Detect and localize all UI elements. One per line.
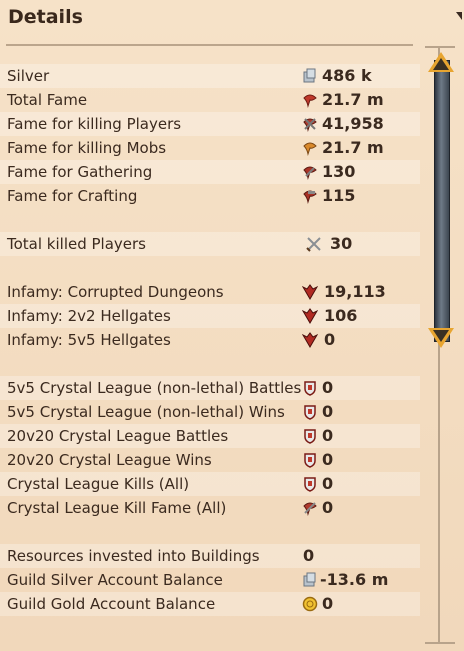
stat-label: Fame for killing Mobs bbox=[7, 139, 167, 157]
stat-row-pve-fame: Fame for killing Mobs 21.7 m bbox=[0, 136, 420, 160]
stat-label: Total Fame bbox=[7, 91, 88, 109]
crystal-shield-icon bbox=[304, 453, 316, 468]
crystal-shield-icon bbox=[304, 429, 316, 444]
infamy-icon bbox=[302, 284, 318, 300]
scroll-up-arrow-inner bbox=[433, 58, 449, 70]
stat-row-killed-players: Total killed Players 30 bbox=[0, 232, 420, 256]
scrollbar-bottom-cap bbox=[425, 642, 455, 644]
stat-row-total-fame: Total Fame 21.7 m bbox=[0, 88, 420, 112]
stat-label: Infamy: 2v2 Hellgates bbox=[7, 307, 171, 325]
stat-value: 0 bbox=[322, 498, 334, 517]
stat-label: Fame for Crafting bbox=[7, 187, 138, 205]
pvp-fame-icon bbox=[303, 118, 317, 132]
swords-icon bbox=[306, 237, 321, 252]
stat-label: Silver bbox=[7, 67, 50, 85]
stat-row-silver: Silver 486 k bbox=[0, 64, 420, 88]
crafting-fame-icon bbox=[303, 190, 317, 204]
crystal-shield-icon bbox=[304, 477, 316, 492]
fame-icon bbox=[303, 94, 317, 108]
stat-row-infamy-corrupted: Infamy: Corrupted Dungeons 19,113 bbox=[0, 280, 420, 304]
silver-icon bbox=[303, 68, 316, 83]
stat-label: Crystal League Kill Fame (All) bbox=[7, 499, 227, 517]
stat-row-cl20-battles: 20v20 Crystal League Battles 0 bbox=[0, 424, 420, 448]
stat-row-cl-kill-fame: Crystal League Kill Fame (All) 0 bbox=[0, 496, 420, 520]
stat-value: 115 bbox=[322, 186, 356, 205]
stat-value: 21.7 m bbox=[322, 138, 384, 157]
stat-row-crafting-fame: Fame for Crafting 115 bbox=[0, 184, 420, 208]
scrollbar-thumb[interactable] bbox=[434, 60, 450, 342]
title-divider bbox=[6, 44, 413, 46]
silver-icon bbox=[303, 572, 316, 587]
stat-row-guild-silver: Guild Silver Account Balance -13.6 m bbox=[0, 568, 420, 592]
stat-value: 106 bbox=[324, 306, 358, 325]
stat-label: Fame for killing Players bbox=[7, 115, 182, 133]
details-panel: Details Silver 486 k Total Fame 21.7 m F… bbox=[0, 0, 464, 651]
stat-label: Infamy: Corrupted Dungeons bbox=[7, 283, 224, 301]
stat-row-infamy-5v5: Infamy: 5v5 Hellgates 0 bbox=[0, 328, 420, 352]
stat-label: Guild Silver Account Balance bbox=[7, 571, 223, 589]
infamy-icon bbox=[302, 332, 318, 348]
stat-value: 0 bbox=[322, 594, 334, 613]
stat-value: 30 bbox=[330, 234, 353, 253]
stat-row-cl5-wins: 5v5 Crystal League (non-lethal) Wins 0 bbox=[0, 400, 420, 424]
stat-row-gathering-fame: Fame for Gathering 130 bbox=[0, 160, 420, 184]
stat-row-cl-kills: Crystal League Kills (All) 0 bbox=[0, 472, 420, 496]
stat-row-pvp-fame: Fame for killing Players 41,958 bbox=[0, 112, 420, 136]
stat-value: 0 bbox=[322, 378, 334, 397]
stat-label: Total killed Players bbox=[7, 235, 146, 253]
stat-value: 0 bbox=[322, 474, 334, 493]
stat-label: 20v20 Crystal League Wins bbox=[7, 451, 212, 469]
stat-value: 130 bbox=[322, 162, 356, 181]
stat-value: 0 bbox=[322, 402, 334, 421]
stat-label: Crystal League Kills (All) bbox=[7, 475, 190, 493]
stat-label: 5v5 Crystal League (non-lethal) Wins bbox=[7, 403, 285, 421]
scrollbar-top-cap bbox=[425, 46, 455, 48]
stat-row-resources-invested: Resources invested into Buildings 0 bbox=[0, 544, 420, 568]
infamy-icon bbox=[302, 308, 318, 324]
crystal-shield-icon bbox=[304, 381, 316, 396]
stat-row-guild-gold: Guild Gold Account Balance 0 bbox=[0, 592, 420, 616]
stat-value: -13.6 m bbox=[320, 570, 389, 589]
corner-arrow-icon bbox=[456, 12, 462, 20]
stat-value: 19,113 bbox=[324, 282, 386, 301]
stat-row-infamy-2v2: Infamy: 2v2 Hellgates 106 bbox=[0, 304, 420, 328]
stat-label: 5v5 Crystal League (non-lethal) Battles bbox=[7, 379, 302, 397]
stat-value: 21.7 m bbox=[322, 90, 384, 109]
stat-value: 41,958 bbox=[322, 114, 384, 133]
stat-label: Guild Gold Account Balance bbox=[7, 595, 216, 613]
stat-label: Resources invested into Buildings bbox=[7, 547, 260, 565]
gathering-fame-icon bbox=[303, 166, 317, 180]
pve-fame-icon bbox=[303, 142, 317, 156]
stat-label: Fame for Gathering bbox=[7, 163, 153, 181]
gold-coin-icon bbox=[302, 596, 318, 612]
stat-value: 0 bbox=[322, 450, 334, 469]
scroll-down-arrow-inner bbox=[433, 330, 449, 342]
stat-value: 0 bbox=[324, 330, 336, 349]
stat-label: 20v20 Crystal League Battles bbox=[7, 427, 229, 445]
stat-value: 0 bbox=[322, 426, 334, 445]
stat-row-cl20-wins: 20v20 Crystal League Wins 0 bbox=[0, 448, 420, 472]
stat-value: 0 bbox=[303, 546, 315, 565]
stat-value: 486 k bbox=[322, 66, 372, 85]
stat-row-cl5-battles: 5v5 Crystal League (non-lethal) Battles … bbox=[0, 376, 420, 400]
stat-label: Infamy: 5v5 Hellgates bbox=[7, 331, 171, 349]
crystal-shield-icon bbox=[304, 405, 316, 420]
crystal-fame-icon bbox=[303, 502, 317, 516]
panel-title: Details bbox=[8, 6, 83, 28]
